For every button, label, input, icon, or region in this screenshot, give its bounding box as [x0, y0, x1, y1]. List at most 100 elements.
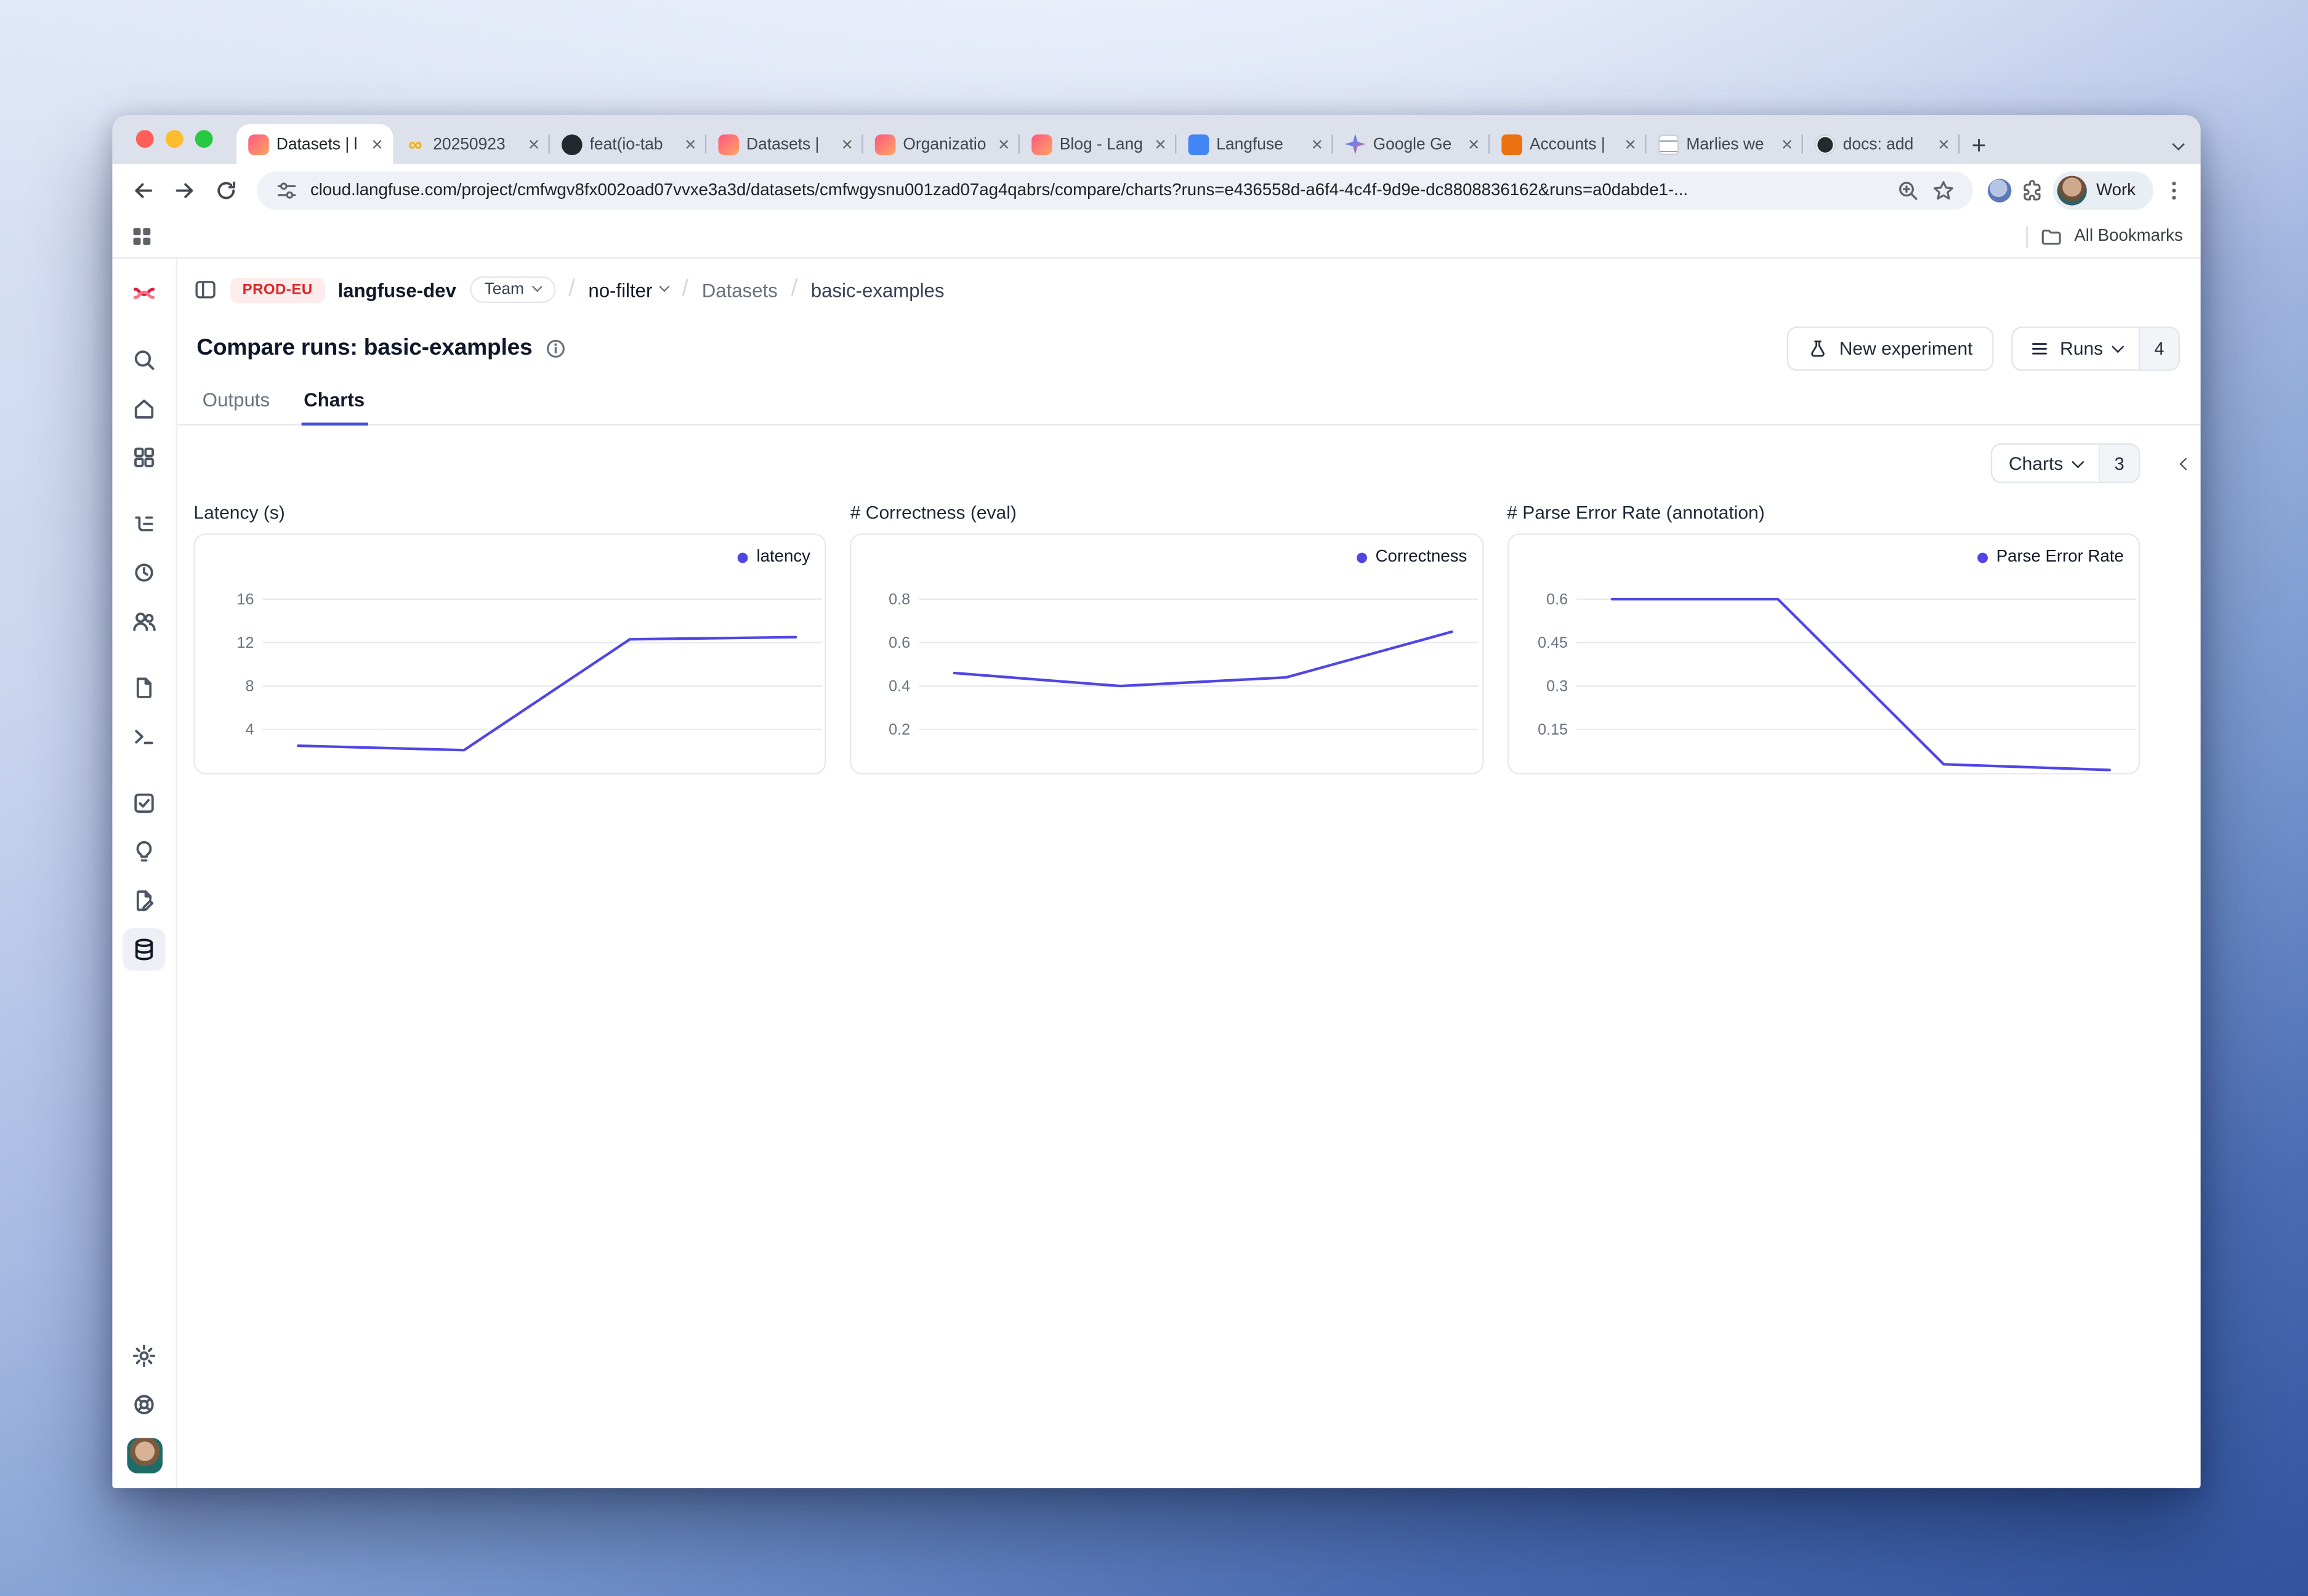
pinned-extension-icon[interactable]: [1988, 178, 2012, 201]
chart-title: # Correctness (eval): [850, 502, 1483, 523]
browser-tab[interactable]: Langfuse×: [1176, 124, 1333, 164]
tab-close-icon[interactable]: ×: [1623, 134, 1637, 153]
sidebar-item-evaluation-icon[interactable]: [123, 782, 166, 825]
tab-charts[interactable]: Charts: [301, 383, 367, 426]
desktop-wallpaper: Datasets | l×∞20250923×feat(io-tab×Datas…: [0, 0, 2308, 1596]
tab-close-icon[interactable]: ×: [370, 134, 384, 153]
page-header: Compare runs: basic-examples New experim…: [177, 315, 2201, 382]
tab-outputs[interactable]: Outputs: [200, 383, 273, 424]
browser-tab[interactable]: Accounts |×: [1490, 124, 1646, 164]
runs-count-badge: 4: [2139, 328, 2179, 369]
browser-tab[interactable]: Organizatio×: [863, 124, 1020, 164]
browser-tab[interactable]: Marlies we×: [1647, 124, 1803, 164]
extensions-puzzle-icon[interactable]: [2021, 178, 2044, 201]
browser-tab[interactable]: Google Ge×: [1333, 124, 1490, 164]
new-tab-button[interactable]: +: [1972, 133, 1987, 158]
chevron-down-icon: [2112, 341, 2124, 353]
chart-card: Correctness 0.20.40.60.8: [850, 533, 1483, 774]
tab-search-chevron-icon[interactable]: [2174, 132, 2182, 158]
charts-selector-label: Charts: [2009, 453, 2063, 474]
sidebar-item-logo[interactable]: [123, 272, 166, 315]
screen: Datasets | l×∞20250923×feat(io-tab×Datas…: [0, 0, 2308, 1596]
tab-close-icon[interactable]: ×: [527, 134, 541, 153]
browser-tab[interactable]: Blog - Lang×: [1020, 124, 1176, 164]
forward-icon[interactable]: [169, 174, 201, 206]
chart-latency: Latency (s) latency 481216: [193, 502, 826, 775]
runs-selector[interactable]: Runs 4: [2011, 326, 2180, 371]
colab-favicon-icon: ∞: [405, 134, 426, 155]
zoom-icon[interactable]: [1897, 178, 1920, 201]
sidebar-item-settings-icon[interactable]: [123, 1334, 166, 1377]
info-icon[interactable]: [544, 337, 568, 360]
header-actions: New experiment Runs 4: [1788, 326, 2180, 371]
apps-grid-icon[interactable]: [130, 225, 153, 248]
browser-tab[interactable]: feat(io-tab×: [550, 124, 706, 164]
divider: [2025, 225, 2027, 248]
minimize-window-button[interactable]: [166, 130, 184, 148]
tab-close-icon[interactable]: ×: [684, 134, 698, 153]
user-avatar[interactable]: [126, 1438, 162, 1473]
legend-dot: [1977, 552, 1988, 562]
browser-toolbar: cloud.langfuse.com/project/cmfwgv8fx002o…: [112, 164, 2200, 216]
collapse-panel-icon[interactable]: [2181, 449, 2190, 476]
breadcrumb-dataset[interactable]: basic-examples: [811, 278, 945, 300]
new-experiment-label: New experiment: [1839, 339, 1973, 360]
sidebar-item-users-icon[interactable]: [123, 600, 166, 643]
sidebar-item-prompts-icon[interactable]: [123, 666, 166, 709]
sidebar-item-dashboard-icon[interactable]: [123, 436, 166, 479]
browser-tab[interactable]: docs: add×: [1803, 124, 1959, 164]
browser-tab[interactable]: Datasets | ×: [706, 124, 863, 164]
breadcrumb-separator: /: [568, 276, 575, 303]
sidebar-item-annotation-icon[interactable]: [123, 879, 166, 922]
svg-text:0.3: 0.3: [1546, 678, 1567, 695]
all-bookmarks-label[interactable]: All Bookmarks: [2074, 228, 2182, 246]
tab-close-icon[interactable]: ×: [1467, 134, 1481, 153]
tab-close-icon[interactable]: ×: [997, 134, 1011, 153]
sidebar-item-sessions-icon[interactable]: [123, 551, 166, 594]
zoom-window-button[interactable]: [195, 130, 213, 148]
tab-close-icon[interactable]: ×: [1310, 134, 1324, 153]
profile-avatar: [2058, 175, 2088, 204]
tab-close-icon[interactable]: ×: [1153, 134, 1168, 153]
sidebar-item-playground-icon[interactable]: [123, 715, 166, 759]
sidebar-item-support-icon[interactable]: [123, 1383, 166, 1426]
breadcrumb-project[interactable]: no-filter: [588, 278, 668, 300]
site-info-icon[interactable]: [275, 178, 298, 201]
sidebar-item-home-icon[interactable]: [123, 387, 166, 430]
breadcrumb-org[interactable]: langfuse-dev: [337, 278, 456, 300]
new-experiment-button[interactable]: New experiment: [1788, 326, 1993, 371]
sidebar-item-datasets-icon[interactable]: [123, 928, 166, 971]
line-chart: 0.150.30.450.6: [1509, 535, 2139, 773]
langfuse-favicon-icon: [718, 134, 739, 155]
folder-icon: [2039, 225, 2062, 248]
chart-correctness: # Correctness (eval) Correctness 0.20.40…: [850, 502, 1483, 775]
org-type-pill[interactable]: Team: [469, 276, 555, 303]
url-text[interactable]: cloud.langfuse.com/project/cmfwgv8fx002o…: [310, 181, 1885, 199]
browser-tab[interactable]: Datasets | l×: [236, 124, 393, 164]
back-icon[interactable]: [127, 174, 159, 206]
charts-selector[interactable]: Charts 3: [1991, 443, 2140, 483]
sidebar-item-search-icon[interactable]: [123, 339, 166, 382]
breadcrumb-datasets[interactable]: Datasets: [702, 278, 778, 300]
tab-close-icon[interactable]: ×: [1780, 134, 1794, 153]
menu-kebab-icon[interactable]: [2162, 178, 2185, 201]
chart-title: # Parse Error Rate (annotation): [1507, 502, 2140, 523]
sidebar-item-insights-icon[interactable]: [123, 831, 166, 874]
environment-badge[interactable]: PROD-EU: [230, 277, 324, 302]
browser-tab[interactable]: ∞20250923×: [393, 124, 549, 164]
close-window-button[interactable]: [136, 130, 154, 148]
langfuse-favicon-icon: [248, 134, 269, 155]
sidebar-item-tracing-icon[interactable]: [123, 502, 166, 546]
profile-chip[interactable]: Work: [2054, 171, 2153, 209]
tab-close-icon[interactable]: ×: [1937, 134, 1951, 153]
address-bar[interactable]: cloud.langfuse.com/project/cmfwgv8fx002o…: [257, 171, 1974, 209]
browser-window: Datasets | l×∞20250923×feat(io-tab×Datas…: [112, 115, 2200, 1488]
tab-title: Datasets |: [746, 135, 833, 153]
bookmark-star-icon[interactable]: [1932, 178, 1956, 201]
chart-legend: Correctness: [1356, 548, 1467, 566]
tab-close-icon[interactable]: ×: [840, 134, 854, 153]
reload-icon[interactable]: [210, 174, 243, 206]
tab-strip: Datasets | l×∞20250923×feat(io-tab×Datas…: [112, 115, 2200, 164]
github-dark-favicon-icon: [562, 134, 583, 155]
sidebar-toggle-icon[interactable]: [193, 278, 217, 301]
